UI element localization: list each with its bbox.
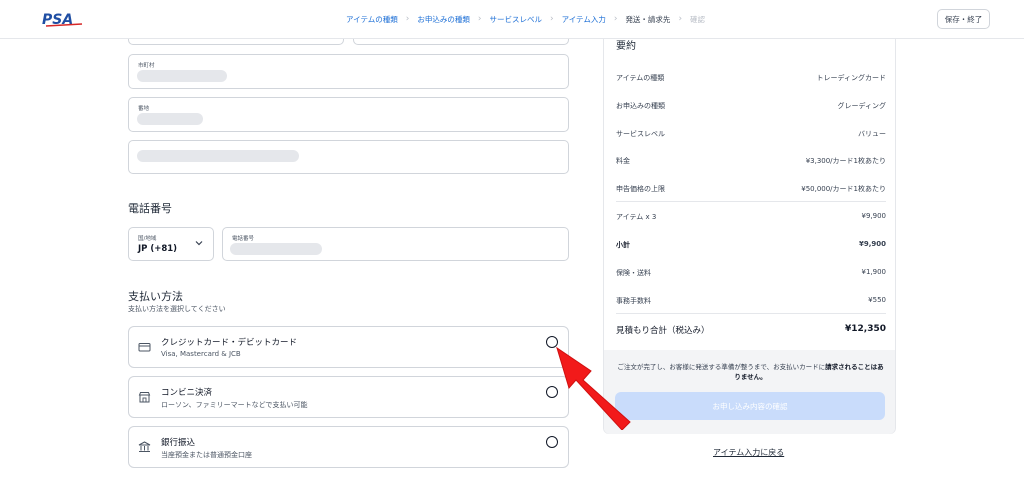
confirm-order-button[interactable]: お申し込み内容の確認: [615, 392, 885, 420]
payment-option-title: 銀行振込: [161, 438, 196, 448]
progress-steps: アイテムの種類 › お申込みの種類 › サービスレベル › アイテム入力 › 発…: [346, 14, 705, 25]
chevron-right-icon: ›: [549, 14, 554, 24]
payment-option-title: コンビニ決済: [161, 388, 213, 398]
summary-row-item-type: アイテムの種類 トレーディングカード: [616, 73, 886, 83]
phone-number-field[interactable]: 電話番号: [222, 227, 569, 261]
credit-card-icon: [138, 343, 151, 352]
radio-button[interactable]: [546, 436, 558, 448]
chevron-right-icon: ›: [477, 14, 482, 24]
street-value-placeholder: [137, 113, 203, 125]
top-header: PSA アイテムの種類 › お申込みの種類 › サービスレベル › アイテム入力…: [0, 0, 1024, 39]
summary-row-items: アイテム x 3 ¥9,900: [616, 212, 886, 222]
building-value-placeholder: [137, 150, 299, 162]
payment-option-description: 当座預金または普通預金口座: [161, 451, 252, 459]
summary-row-label: アイテムの種類: [616, 74, 665, 82]
country-value: JP (+81): [138, 244, 178, 254]
payment-option-description: Visa, Mastercard & JCB: [161, 350, 241, 358]
summary-row-label: アイテム x 3: [616, 213, 657, 221]
back-to-item-entry-link[interactable]: アイテム入力に戻る: [713, 447, 784, 458]
summary-row-label: 料金: [616, 157, 630, 165]
country-label: 国/地域: [138, 236, 157, 242]
phone-section-title: 電話番号: [128, 202, 172, 215]
summary-row-value: ¥3,300/カード1枚あたり: [805, 157, 886, 165]
summary-divider: [616, 313, 886, 314]
payment-option-convenience-store[interactable]: コンビニ決済 ローソン、ファミリーマートなどで支払い可能: [128, 376, 569, 418]
step-confirm: 確認: [690, 15, 706, 24]
summary-row-label: お申込みの種類: [616, 102, 665, 110]
store-icon: [138, 392, 151, 403]
payment-option-description: ローソン、ファミリーマートなどで支払い可能: [161, 401, 308, 409]
step-item-entry[interactable]: アイテム入力: [562, 14, 606, 25]
summary-row-value: トレーディングカード: [816, 74, 886, 82]
bank-icon: [138, 441, 151, 452]
city-value-placeholder: [137, 70, 227, 82]
chevron-right-icon: ›: [678, 14, 683, 24]
summary-row-value: グレーディング: [837, 102, 886, 110]
chevron-right-icon: ›: [405, 14, 410, 24]
summary-row-value: ¥50,000/カード1枚あたり: [801, 185, 886, 193]
summary-row-service-level: サービスレベル バリュー: [616, 129, 886, 139]
step-service-level[interactable]: サービスレベル: [489, 14, 542, 25]
summary-row-value: バリュー: [858, 130, 886, 138]
step-item-type[interactable]: アイテムの種類: [346, 14, 398, 25]
psa-logo[interactable]: PSA: [42, 11, 86, 27]
summary-row-insurance-shipping: 保険・送料 ¥1,900: [616, 268, 886, 278]
summary-notice-area: ご注文が完了し、お客様に発送する準備が整うまで、お支払いカードに請求されることは…: [604, 350, 895, 434]
step-submission-type[interactable]: お申込みの種類: [417, 14, 470, 25]
summary-total-value: ¥12,350: [845, 324, 886, 334]
building-field[interactable]: [128, 140, 569, 174]
step-shipping-billing: 発送・請求先: [625, 15, 671, 24]
summary-total-label: 見積もり合計（税込み）: [616, 326, 710, 336]
payment-section-title: 支払い方法: [128, 290, 183, 303]
payment-option-card[interactable]: クレジットカード・デビットカード Visa, Mastercard & JCB: [128, 326, 569, 368]
street-label: 番地: [138, 106, 150, 112]
summary-divider: [616, 201, 886, 202]
order-summary-card: 要約 アイテムの種類 トレーディングカード お申込みの種類 グレーディング サー…: [603, 14, 896, 434]
summary-row-submission-type: お申込みの種類 グレーディング: [616, 101, 886, 111]
billing-notice-text: ご注文が完了し、お客様に発送する準備が整うまで、お支払いカードに: [617, 363, 826, 371]
payment-option-title: クレジットカード・デビットカード: [161, 338, 298, 348]
payment-option-bank-transfer[interactable]: 銀行振込 当座預金または普通預金口座: [128, 426, 569, 468]
phone-number-label: 電話番号: [232, 236, 255, 242]
street-field[interactable]: 番地: [128, 97, 569, 132]
summary-row-label: 小計: [616, 241, 630, 249]
city-label: 市町村: [138, 63, 155, 69]
phone-value-placeholder: [230, 243, 322, 255]
red-pointer-arrow-icon: [556, 346, 631, 430]
country-select[interactable]: 国/地域 JP (+81): [128, 227, 214, 261]
summary-row-declared-value-limit: 申告価格の上限 ¥50,000/カード1枚あたり: [616, 184, 886, 194]
payment-section-subtitle: 支払い方法を選択してください: [128, 305, 226, 313]
summary-row-value: ¥550: [868, 296, 886, 304]
save-exit-button[interactable]: 保存・終了: [937, 9, 990, 29]
summary-total-row: 見積もり合計（税込み） ¥12,350: [616, 324, 886, 336]
city-field[interactable]: 市町村: [128, 54, 569, 89]
chevron-down-icon: [195, 241, 203, 246]
summary-row-label: サービスレベル: [616, 130, 665, 138]
summary-row-label: 申告価格の上限: [616, 185, 665, 193]
summary-row-handling-fee: 事務手数料 ¥550: [616, 296, 886, 306]
summary-row-value: ¥9,900: [861, 212, 887, 220]
summary-title: 要約: [616, 41, 636, 52]
summary-row-fee: 料金 ¥3,300/カード1枚あたり: [616, 156, 886, 166]
billing-notice: ご注文が完了し、お客様に発送する準備が整うまで、お支払いカードに請求されることは…: [616, 362, 885, 382]
chevron-right-icon: ›: [613, 14, 618, 24]
summary-row-value: ¥1,900: [861, 268, 887, 276]
summary-row-label: 保険・送料: [616, 269, 651, 277]
summary-row-subtotal: 小計 ¥9,900: [616, 240, 886, 250]
summary-row-value: ¥9,900: [858, 240, 886, 248]
summary-row-label: 事務手数料: [616, 297, 651, 305]
